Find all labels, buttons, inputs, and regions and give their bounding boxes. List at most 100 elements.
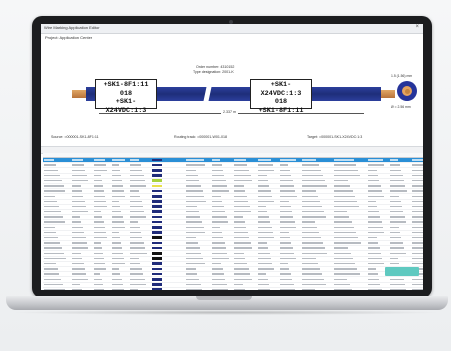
cell-text-placeholder	[130, 231, 141, 234]
color-swatch	[152, 200, 162, 203]
cell-text-placeholder	[258, 174, 267, 177]
cell-text-placeholder	[130, 262, 141, 265]
cell-text-placeholder	[334, 185, 351, 187]
cell-text-placeholder	[412, 159, 423, 161]
color-swatch	[152, 288, 162, 290]
cell-text-placeholder	[186, 231, 206, 234]
cell-text-placeholder	[234, 185, 244, 187]
cell-text-placeholder	[302, 164, 319, 166]
cell-text-placeholder	[302, 242, 323, 244]
table-cell	[129, 287, 151, 290]
cell-text-placeholder	[94, 262, 106, 265]
cell-text-placeholder	[234, 195, 247, 197]
cell-text-placeholder	[258, 257, 271, 260]
cell-text-placeholder	[44, 247, 62, 249]
cell-text-placeholder	[280, 221, 295, 223]
cell-text-placeholder	[368, 242, 379, 244]
cell-text-placeholder	[334, 164, 356, 166]
cell-text-placeholder	[412, 283, 423, 286]
cell-text-placeholder	[186, 200, 207, 203]
color-swatch	[152, 236, 162, 240]
cell-text-placeholder	[280, 252, 295, 254]
cell-text-placeholder	[94, 211, 102, 213]
cell-text-placeholder	[44, 190, 66, 192]
wire-list-table	[43, 153, 423, 290]
cell-text-placeholder	[186, 205, 198, 208]
right-wire-marker[interactable]: +SK1-X24VDC:1:3 018 +SK1-8F1:11	[250, 79, 312, 115]
cell-text-placeholder	[368, 273, 378, 275]
cell-text-placeholder	[112, 195, 126, 197]
cell-text-placeholder	[234, 242, 251, 244]
cell-text-placeholder	[212, 288, 229, 290]
cell-text-placeholder	[130, 205, 143, 208]
cell-text-placeholder	[334, 252, 351, 254]
cell-text-placeholder	[212, 226, 221, 229]
cell-text-placeholder	[94, 195, 106, 197]
target-designation: Target: =000001-SK1-X24VDC:1:3	[307, 135, 363, 139]
cell-text-placeholder	[390, 242, 403, 244]
cell-text-placeholder	[94, 231, 106, 234]
color-swatch	[152, 226, 162, 229]
cell-text-placeholder	[412, 205, 423, 208]
cell-text-placeholder	[112, 164, 119, 166]
cell-text-placeholder	[72, 179, 89, 182]
cell-text-placeholder	[302, 179, 325, 182]
cell-text-placeholder	[212, 283, 227, 286]
cell-text-placeholder	[390, 174, 403, 177]
cell-text-placeholder	[94, 185, 103, 187]
cell-text-placeholder	[94, 257, 105, 260]
cell-text-placeholder	[112, 278, 122, 280]
cell-text-placeholder	[234, 174, 251, 177]
color-swatch	[152, 241, 162, 245]
cell-text-placeholder	[390, 237, 402, 239]
cell-text-placeholder	[280, 190, 296, 192]
left-wire-marker[interactable]: +SK1-8F1:11 018 +SK1-X24VDC:1:3	[95, 79, 157, 115]
cell-text-placeholder	[258, 231, 273, 234]
color-swatch	[152, 262, 162, 265]
cell-text-placeholder	[390, 205, 402, 208]
cell-text-placeholder	[390, 195, 400, 197]
cell-text-placeholder	[258, 283, 269, 286]
cell-text-placeholder	[390, 179, 404, 182]
cell-text-placeholder	[280, 262, 288, 265]
cell-text-placeholder	[186, 257, 204, 260]
cell-text-placeholder	[334, 179, 349, 182]
close-icon[interactable]: ×	[415, 24, 419, 30]
cell-text-placeholder	[280, 268, 290, 270]
status-badge[interactable]	[385, 267, 419, 276]
cell-text-placeholder	[112, 216, 123, 218]
cell-text-placeholder	[302, 231, 319, 234]
table-row[interactable]	[43, 287, 423, 290]
cell-text-placeholder	[334, 195, 355, 197]
table-cell	[151, 287, 185, 290]
cell-text-placeholder	[44, 288, 65, 290]
cell-text-placeholder	[390, 216, 405, 218]
cell-text-placeholder	[212, 242, 225, 244]
cell-text-placeholder	[390, 190, 407, 192]
cell-text-placeholder	[234, 169, 249, 171]
cell-text-placeholder	[302, 195, 318, 197]
cell-text-placeholder	[130, 164, 141, 166]
cell-text-placeholder	[44, 169, 59, 171]
cell-text-placeholder	[280, 159, 296, 161]
cell-text-placeholder	[302, 262, 318, 265]
color-swatch	[152, 163, 162, 167]
cell-text-placeholder	[72, 216, 80, 218]
cell-text-placeholder	[112, 200, 120, 203]
cell-text-placeholder	[44, 221, 65, 223]
cell-text-placeholder	[368, 226, 383, 229]
cell-text-placeholder	[412, 237, 423, 239]
table-cell	[71, 287, 93, 290]
cell-text-placeholder	[234, 159, 246, 161]
cell-text-placeholder	[212, 185, 228, 187]
cell-text-placeholder	[94, 205, 108, 208]
cell-text-placeholder	[334, 257, 353, 260]
cell-text-placeholder	[368, 252, 381, 254]
cell-text-placeholder	[94, 226, 105, 229]
color-swatch	[152, 277, 162, 281]
cell-text-placeholder	[44, 159, 55, 161]
cell-text-placeholder	[44, 200, 58, 203]
left-marker-line-1: +SK1-8F1:11	[103, 81, 149, 89]
cell-text-placeholder	[412, 179, 423, 182]
cell-text-placeholder	[280, 164, 289, 166]
